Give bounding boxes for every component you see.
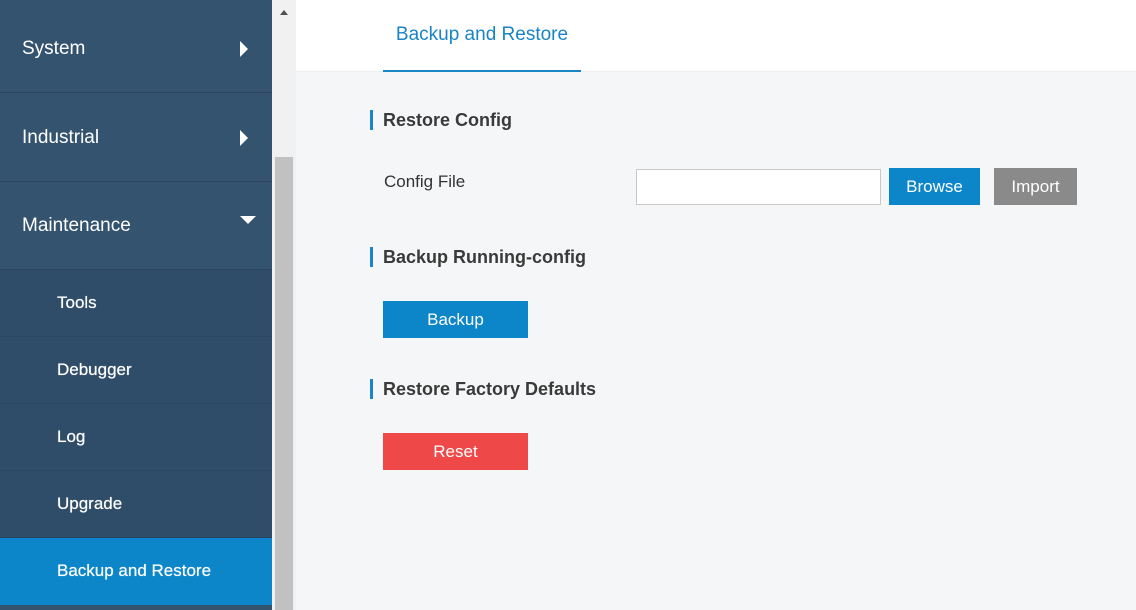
section-title-restore-config: Restore Config: [370, 110, 512, 130]
import-button[interactable]: Import: [994, 168, 1077, 205]
sidebar-item-label: Upgrade: [57, 494, 123, 513]
sidebar-item-label: Debugger: [57, 360, 132, 379]
browse-button[interactable]: Browse: [889, 168, 980, 205]
main-content: Backup and Restore Restore Config Config…: [296, 0, 1136, 610]
config-file-label: Config File: [384, 172, 466, 191]
scroll-up-arrow-icon[interactable]: [280, 10, 288, 15]
section-title-restore-factory-defaults: Restore Factory Defaults: [370, 379, 596, 399]
sidebar-scrollbar[interactable]: [272, 0, 296, 610]
sidebar-item-tools[interactable]: Tools: [0, 270, 272, 337]
sidebar-item-label: Log: [57, 427, 86, 446]
sidebar: System Industrial Maintenance Tools Debu…: [0, 0, 272, 610]
sidebar-item-label: Tools: [57, 293, 97, 312]
sidebar-item-label: Backup and Restore: [57, 561, 212, 580]
sidebar-item-upgrade[interactable]: Upgrade: [0, 471, 272, 538]
reset-button[interactable]: Reset: [383, 433, 528, 470]
scrollbar-thumb[interactable]: [275, 157, 293, 610]
sidebar-item-industrial[interactable]: Industrial: [0, 94, 272, 182]
sidebar-item-backup-and-restore[interactable]: Backup and Restore: [0, 538, 272, 605]
sidebar-item-label: Industrial: [22, 126, 100, 148]
sidebar-item-maintenance[interactable]: Maintenance: [0, 182, 272, 270]
sidebar-item-system[interactable]: System: [0, 5, 272, 93]
sidebar-item-label: Maintenance: [22, 214, 131, 236]
sidebar-item-log[interactable]: Log: [0, 404, 272, 471]
sidebar-item-debugger[interactable]: Debugger: [0, 337, 272, 404]
config-file-input[interactable]: [636, 169, 881, 205]
tab-bar: Backup and Restore: [296, 0, 1136, 72]
sidebar-item-label: System: [22, 37, 86, 59]
backup-button[interactable]: Backup: [383, 301, 528, 338]
section-title-backup-running-config: Backup Running-config: [370, 247, 586, 267]
tab-backup-and-restore[interactable]: Backup and Restore: [383, 0, 581, 72]
chevron-right-icon: [240, 129, 248, 146]
chevron-down-icon: [240, 215, 256, 224]
chevron-right-icon: [240, 40, 248, 57]
